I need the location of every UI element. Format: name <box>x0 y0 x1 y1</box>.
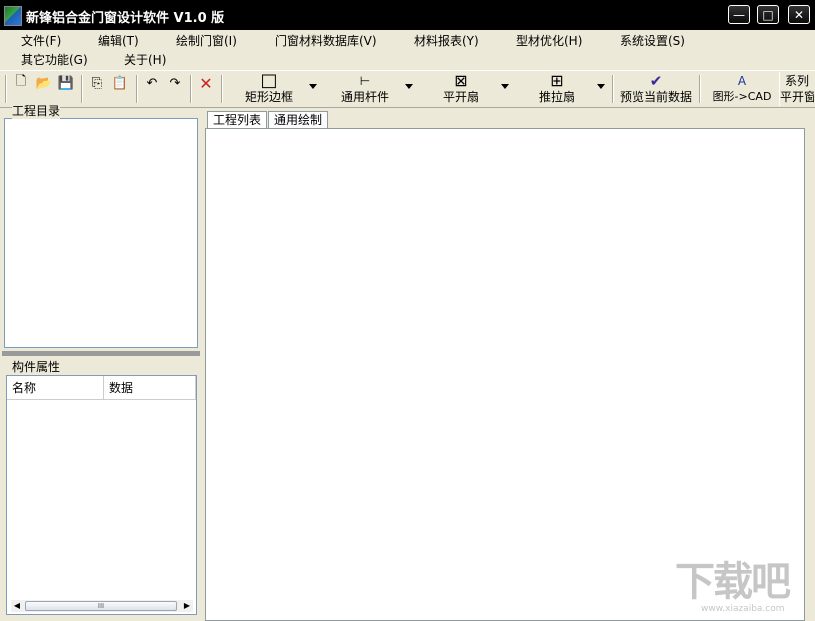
drawing-canvas[interactable] <box>205 128 805 621</box>
toolbar-separator <box>190 75 192 103</box>
project-directory-title: 工程目录 <box>12 102 61 119</box>
member-icon: ⊢ <box>359 74 371 88</box>
menu-material-database[interactable]: 门窗材料数据库(V) <box>275 32 377 49</box>
menu-profile-optimize[interactable]: 型材优化(H) <box>516 32 582 49</box>
check-icon: ✔ <box>649 72 663 90</box>
casement-sash-dropdown-icon[interactable] <box>501 84 509 89</box>
sliding-sash-button[interactable]: ⊞ 推拉扇 <box>538 72 576 106</box>
general-member-dropdown-icon[interactable] <box>405 84 413 89</box>
menu-material-report[interactable]: 材料报表(Y) <box>414 32 479 49</box>
rect-frame-button[interactable]: □ 矩形边框 <box>243 72 295 106</box>
horizontal-scrollbar[interactable]: ◀ III ▶ <box>11 600 193 612</box>
vertical-splitter[interactable] <box>200 110 204 621</box>
open-folder-icon[interactable]: 📂 <box>35 74 53 92</box>
title-bar: 新锋铝合金门窗设计软件 V1.0 版 — □ ✕ <box>0 0 815 30</box>
series-casement-button[interactable]: 系列 平开窗 <box>779 72 814 106</box>
toolbar-separator <box>81 75 83 103</box>
toolbar-separator <box>221 75 223 103</box>
toolbar-separator <box>136 75 138 103</box>
minimize-button[interactable]: — <box>728 5 750 24</box>
series-label: 系列 <box>784 74 809 88</box>
general-member-button[interactable]: ⊢ 通用杆件 <box>340 72 390 106</box>
maximize-button[interactable]: □ <box>757 5 779 24</box>
menu-about[interactable]: 关于(H) <box>124 51 166 68</box>
project-tree[interactable] <box>4 118 198 348</box>
close-button[interactable]: ✕ <box>788 5 810 24</box>
properties-title: 构件属性 <box>12 360 61 374</box>
menu-edit[interactable]: 编辑(T) <box>98 32 139 49</box>
toolbar-grip <box>5 75 7 103</box>
horizontal-splitter[interactable] <box>2 351 200 356</box>
app-icon <box>4 6 22 26</box>
rect-frame-dropdown-icon[interactable] <box>309 84 317 89</box>
preview-data-button[interactable]: ✔ 预览当前数据 <box>619 72 693 106</box>
toolbar: 🗋 📂 💾 ⎘ 📋 ↶ ↷ ✕ □ 矩形边框 ⊢ 通用杆件 ⊠ 平开扇 ⊞ 推拉… <box>0 70 815 108</box>
paste-icon[interactable]: 📋 <box>111 74 129 92</box>
redo-icon[interactable]: ↷ <box>166 74 184 92</box>
text-a-icon: A <box>737 74 747 88</box>
save-icon[interactable]: 💾 <box>57 74 75 92</box>
scroll-right-icon[interactable]: ▶ <box>181 600 193 612</box>
new-file-icon[interactable]: 🗋 <box>12 74 30 92</box>
sliding-sash-dropdown-icon[interactable] <box>597 84 605 89</box>
toolbar-separator <box>612 75 614 103</box>
watermark-logo: 下载吧 <box>675 559 791 605</box>
scroll-left-icon[interactable]: ◀ <box>11 600 23 612</box>
copy-icon[interactable]: ⎘ <box>88 74 106 92</box>
casement-sash-button[interactable]: ⊠ 平开扇 <box>442 72 480 106</box>
menu-system-settings[interactable]: 系统设置(S) <box>620 32 685 49</box>
toolbar-separator <box>699 75 701 103</box>
undo-icon[interactable]: ↶ <box>143 74 161 92</box>
menu-draw-window[interactable]: 绘制门窗(I) <box>176 32 237 49</box>
properties-grid[interactable]: 名称 数据 ◀ III ▶ <box>6 375 197 615</box>
tab-general-drawing[interactable]: 通用绘制 <box>268 111 329 128</box>
casement-icon: ⊠ <box>454 71 468 90</box>
scroll-thumb[interactable]: III <box>25 601 177 611</box>
column-header-data[interactable]: 数据 <box>104 376 196 400</box>
watermark: 下载吧 www.xiazaiba.com <box>675 560 810 618</box>
menu-other-functions[interactable]: 其它功能(G) <box>21 51 88 68</box>
tab-project-list[interactable]: 工程列表 <box>207 111 268 128</box>
rectangle-icon: □ <box>260 70 278 91</box>
window-title: 新锋铝合金门窗设计软件 V1.0 版 <box>26 11 225 26</box>
delete-icon[interactable]: ✕ <box>197 74 215 93</box>
menu-file[interactable]: 文件(F) <box>21 32 61 49</box>
watermark-url: www.xiazaiba.com <box>701 604 785 614</box>
sliding-icon: ⊞ <box>550 71 564 90</box>
export-cad-button[interactable]: A 图形->CAD <box>712 72 772 106</box>
column-header-name[interactable]: 名称 <box>7 376 104 400</box>
menu-bar: 文件(F) 编辑(T) 绘制门窗(I) 门窗材料数据库(V) 材料报表(Y) 型… <box>0 30 815 70</box>
